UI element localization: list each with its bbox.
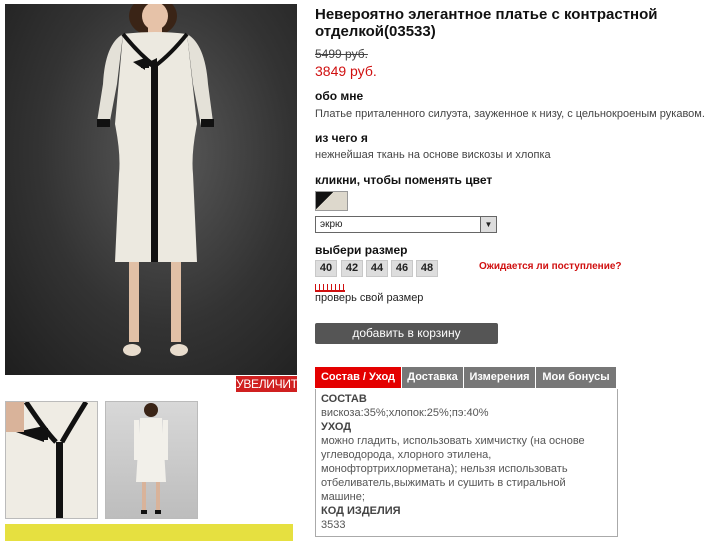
thumbnail-closeup[interactable] bbox=[5, 401, 98, 519]
info-tabs: Состав / Уход Доставка Измерения Мои бон… bbox=[315, 367, 618, 389]
material-text: нежнейшая ткань на основе вискозы и хлоп… bbox=[315, 149, 551, 161]
tab-composition-care[interactable]: Состав / Уход bbox=[315, 367, 402, 388]
material-heading: из чего я bbox=[315, 131, 368, 145]
promo-banner[interactable] bbox=[5, 524, 293, 541]
about-heading: обо мне bbox=[315, 89, 364, 103]
tab-my-bonuses[interactable]: Мои бонусы bbox=[536, 367, 617, 388]
product-code: 3533 bbox=[321, 519, 346, 531]
color-select-value: экрю bbox=[320, 219, 343, 230]
awaiting-stock-link[interactable]: Ожидается ли поступление? bbox=[479, 261, 622, 272]
dress-detail-illustration bbox=[6, 402, 97, 518]
dress-back-illustration bbox=[134, 403, 168, 514]
size-option-40[interactable]: 40 bbox=[315, 260, 337, 277]
current-price: 3849 руб. bbox=[315, 63, 377, 79]
tab-measurements[interactable]: Измерения bbox=[464, 367, 536, 388]
check-size-link[interactable]: проверь свой размер bbox=[315, 292, 423, 304]
product-main-photo[interactable] bbox=[5, 4, 297, 375]
about-text: Платье приталенного силуэта, зауженное к… bbox=[315, 108, 705, 120]
size-option-44[interactable]: 44 bbox=[366, 260, 388, 277]
color-heading: кликни, чтобы поменять цвет bbox=[315, 173, 493, 187]
size-option-42[interactable]: 42 bbox=[341, 260, 363, 277]
color-swatch[interactable] bbox=[315, 191, 348, 211]
chevron-down-icon[interactable]: ▼ bbox=[480, 217, 496, 232]
color-select[interactable]: экрю ▼ bbox=[315, 216, 497, 233]
size-heading: выбери размер bbox=[315, 243, 408, 257]
dress-model-illustration bbox=[97, 4, 214, 356]
size-option-46[interactable]: 46 bbox=[391, 260, 413, 277]
product-code-heading: КОД ИЗДЕЛИЯ bbox=[321, 505, 401, 517]
old-price: 5499 руб. bbox=[315, 47, 368, 61]
composition-heading: СОСТАВ bbox=[321, 393, 367, 405]
add-to-cart-button[interactable]: добавить в корзину bbox=[315, 323, 498, 344]
care-heading: УХОД bbox=[321, 421, 352, 433]
size-option-48[interactable]: 48 bbox=[416, 260, 438, 277]
thumbnail-back[interactable] bbox=[105, 401, 198, 519]
ruler-icon[interactable] bbox=[315, 284, 345, 292]
care-text: можно гладить, использовать химчистку (н… bbox=[321, 435, 585, 503]
product-title: Невероятно элегантное платье с контрастн… bbox=[315, 6, 658, 40]
tab-delivery[interactable]: Доставка bbox=[402, 367, 464, 388]
tab-panel: СОСТАВ вискоза:35%;хлопок:25%;пэ:40% УХО… bbox=[315, 389, 618, 537]
composition-text: вискоза:35%;хлопок:25%;пэ:40% bbox=[321, 407, 489, 419]
zoom-button[interactable]: УВЕЛИЧИТЬ bbox=[236, 376, 306, 392]
